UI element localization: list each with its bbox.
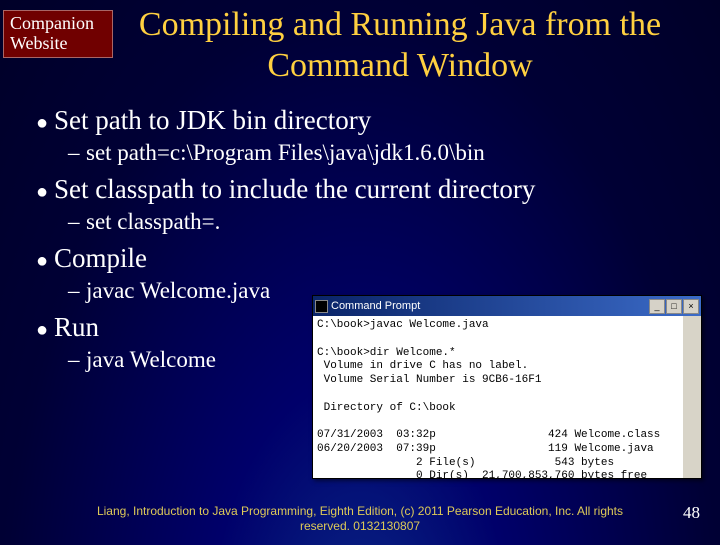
minimize-button[interactable]: _ xyxy=(649,299,665,314)
page-number: 48 xyxy=(683,503,700,523)
bullet-3-sub-text: javac Welcome.java xyxy=(86,278,270,304)
command-prompt-window: Command Prompt _ □ × C:\book>javac Welco… xyxy=(312,295,702,479)
bullet-icon: ● xyxy=(30,319,54,342)
bullet-3-text: Compile xyxy=(54,243,147,274)
cmd-titlebar: Command Prompt _ □ × xyxy=(313,296,701,316)
bullet-icon: ● xyxy=(30,181,54,204)
bullet-icon: ● xyxy=(30,112,54,135)
maximize-button[interactable]: □ xyxy=(666,299,682,314)
dash-icon: – xyxy=(68,140,86,166)
bullet-2: ● Set classpath to include the current d… xyxy=(30,174,700,205)
bullet-1: ● Set path to JDK bin directory xyxy=(30,105,700,136)
companion-badge: Companion Website xyxy=(3,10,113,58)
bullet-2-text: Set classpath to include the current dir… xyxy=(54,174,535,205)
dash-icon: – xyxy=(68,278,86,304)
dash-icon: – xyxy=(68,209,86,235)
badge-line1: Companion xyxy=(10,13,94,33)
cmd-app-icon xyxy=(315,300,328,313)
close-button[interactable]: × xyxy=(683,299,699,314)
badge-line2: Website xyxy=(10,33,68,53)
window-buttons: _ □ × xyxy=(649,299,699,314)
slide-title: Compiling and Running Java from the Comm… xyxy=(120,5,680,87)
cmd-output: C:\book>javac Welcome.java C:\book>dir W… xyxy=(313,316,701,478)
footer-citation: Liang, Introduction to Java Programming,… xyxy=(0,504,720,535)
bullet-icon: ● xyxy=(30,250,54,273)
dash-icon: – xyxy=(68,347,86,373)
cmd-title: Command Prompt xyxy=(331,300,420,312)
bullet-4-text: Run xyxy=(54,312,99,343)
cmd-body-text: C:\book>javac Welcome.java C:\book>dir W… xyxy=(317,319,660,478)
bullet-1-sub: – set path=c:\Program Files\java\jdk1.6.… xyxy=(68,140,700,166)
bullet-3: ● Compile xyxy=(30,243,700,274)
bullet-1-text: Set path to JDK bin directory xyxy=(54,105,371,136)
bullet-4-sub-text: java Welcome xyxy=(86,347,216,373)
bullet-1-sub-text: set path=c:\Program Files\java\jdk1.6.0\… xyxy=(86,140,485,166)
bullet-2-sub: – set classpath=. xyxy=(68,209,700,235)
bullet-2-sub-text: set classpath=. xyxy=(86,209,220,235)
